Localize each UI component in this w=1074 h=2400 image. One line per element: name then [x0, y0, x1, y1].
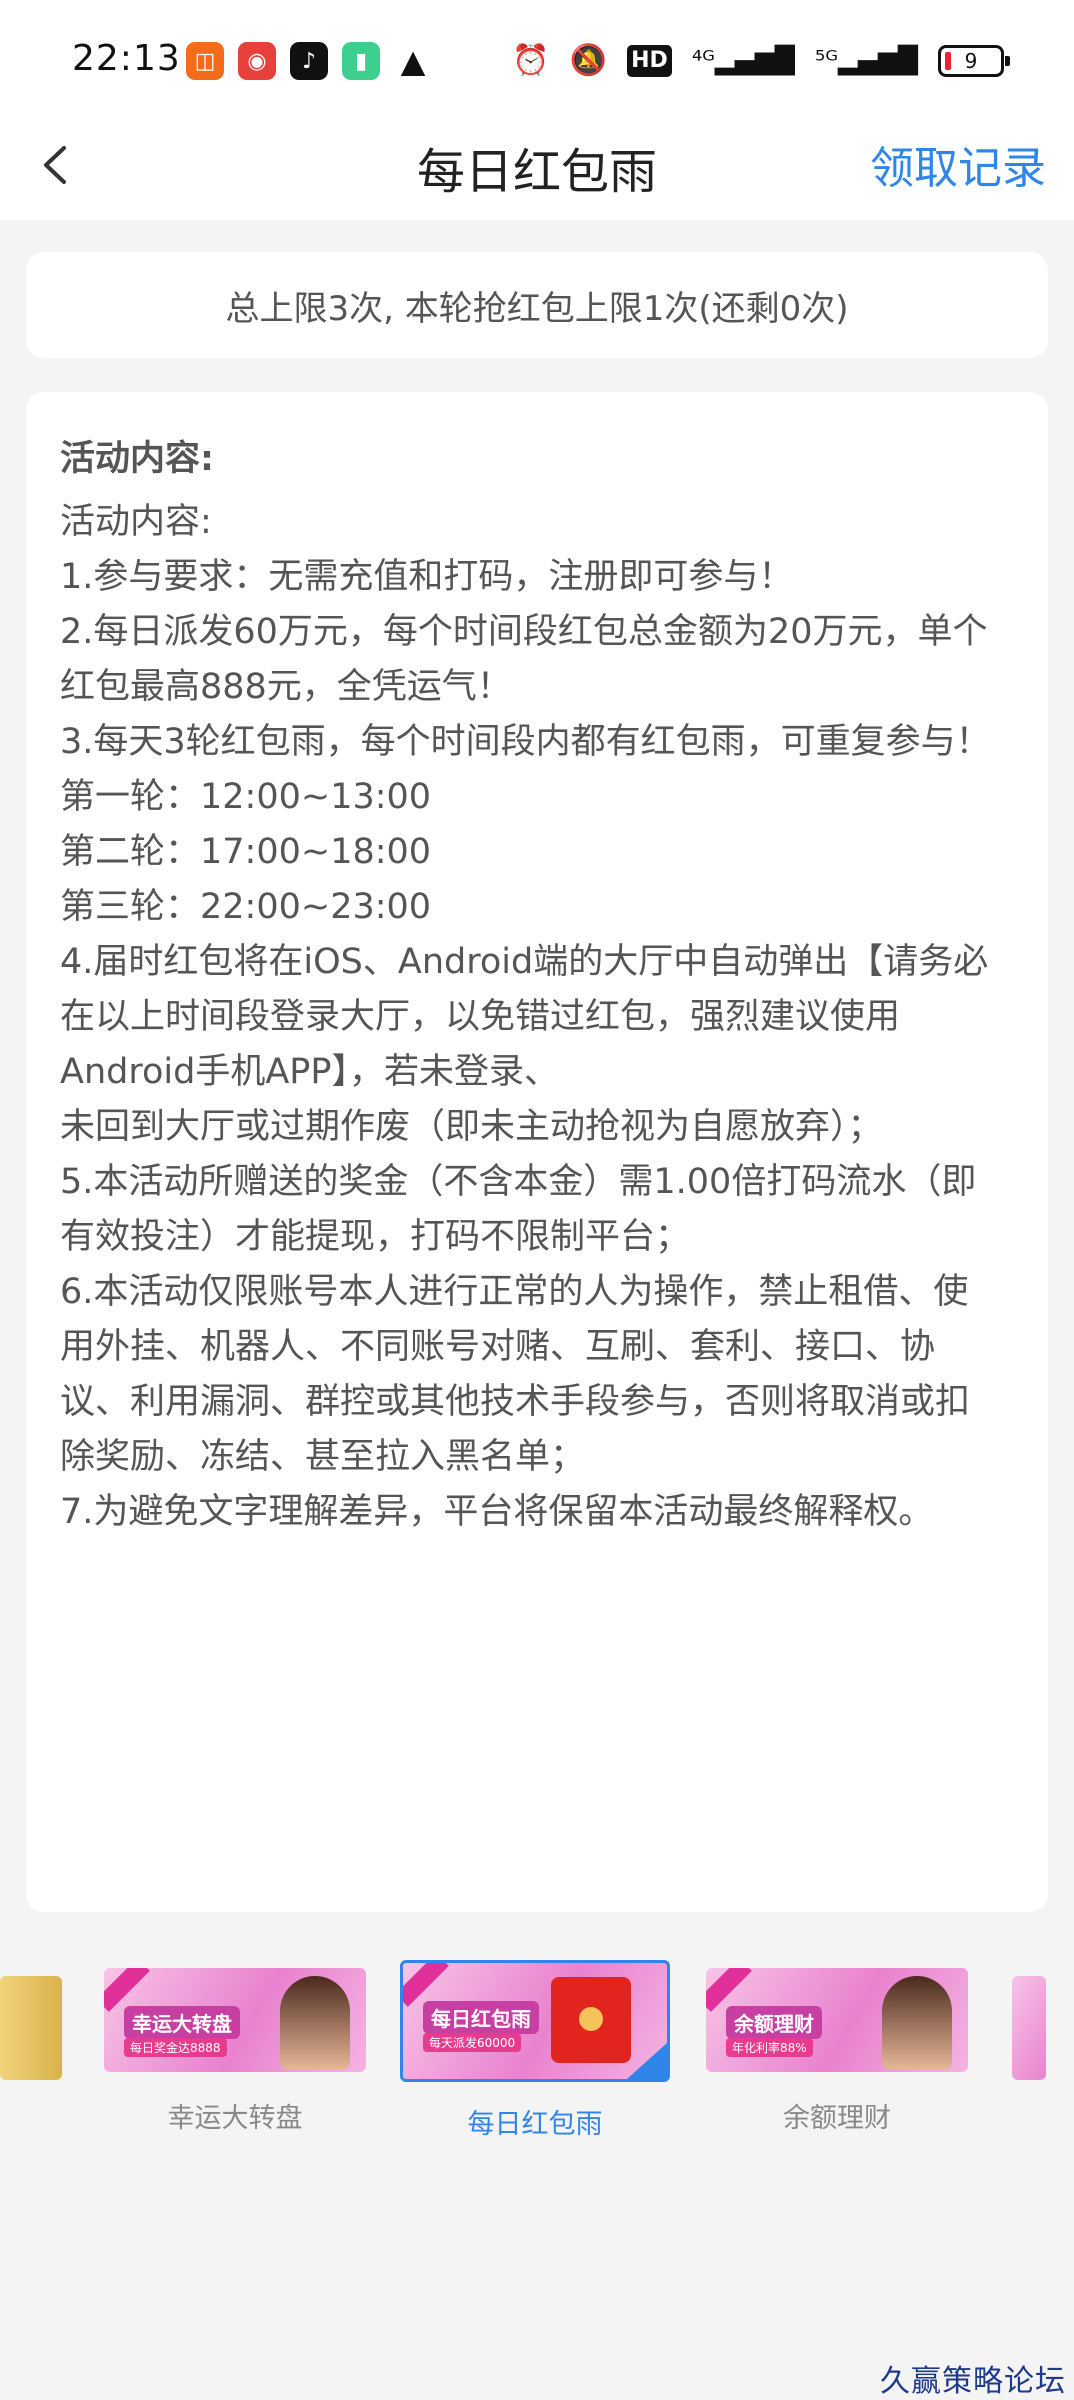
status-bar: 22:13 ◫ ◉ ♪ ▮ ▲ ⏰ 🔕 HD ⁴ᴳ▂▄▆█ ⁵ᴳ▂▄▆█ 9 [0, 0, 1074, 110]
nav-header: 每日红包雨 领取记录 [0, 110, 1074, 220]
content-line: 6.本活动仅限账号本人进行正常的人为操作，禁止租借、使 [60, 1272, 969, 1312]
system-icons: ⏰ 🔕 HD ⁴ᴳ▂▄▆█ ⁵ᴳ▂▄▆█ 9 [512, 42, 1010, 80]
hd-icon: HD [627, 45, 672, 77]
content-line: 第一轮：12:00~13:00 [60, 777, 432, 817]
content-line: 4.届时红包将在iOS、Android端的大厅中自动弹出【请务必 [60, 942, 989, 982]
signal-4g-icon: ⁴ᴳ▂▄▆█ [691, 46, 795, 76]
content-line: 2.每日派发60万元，每个时间段红包总金额为20万元，单个 [60, 612, 988, 652]
balance-finance-banner: 余额理财 年化利率88% [706, 1968, 968, 2072]
tab-lucky-wheel[interactable]: 幸运大转盘 每日奖金达8888 幸运大转盘 [100, 1968, 370, 2135]
tab-label: 余额理财 [783, 2103, 891, 2134]
forum-watermark: 久赢策略论坛 [880, 2364, 1066, 2399]
activity-tabs: 幸运大转盘 每日奖金达8888 幸运大转盘 每日红包雨 每天派发60000 每日… [0, 1960, 1074, 2160]
red-envelope-banner: 每日红包雨 每天派发60000 [400, 1960, 670, 2082]
tiktok-icon: ♪ [290, 42, 328, 80]
activity-content-card: 活动内容: 活动内容: 1.参与要求：无需充值和打码，注册即可参与！ 2.每日派… [26, 392, 1048, 1912]
banner-subtitle: 年化利率88% [726, 2038, 813, 2057]
content-line: 7.为避免文字理解差异，平台将保留本活动最终解释权。 [60, 1492, 934, 1532]
battery-icon: 9 [938, 45, 1010, 77]
selected-check-icon [627, 2043, 667, 2079]
banner-subtitle: 每天派发60000 [423, 2033, 522, 2052]
red-envelope-icon [551, 1977, 631, 2063]
app-notification-icon: ◉ [238, 42, 276, 80]
content-line: 3.每天3轮红包雨，每个时间段内都有红包雨，可重复参与！ [60, 722, 991, 762]
battery-app-icon: ▮ [342, 42, 380, 80]
tab-label: 每日红包雨 [467, 2109, 603, 2140]
content-line: 议、利用漏洞、群控或其他技术手段参与，否则将取消或扣 [60, 1382, 971, 1422]
lucky-wheel-banner: 幸运大转盘 每日奖金达8888 [104, 1968, 366, 2072]
notification-icons: ◫ ◉ ♪ ▮ ▲ [186, 42, 432, 80]
ribbon-decoration [403, 1963, 449, 2007]
content-line: 未回到大厅或过期作废（即未主动抢视为自愿放弃）； [60, 1107, 883, 1147]
content-line: 第二轮：17:00~18:00 [60, 832, 432, 872]
tab-partial-left[interactable] [0, 1976, 62, 2080]
tab-partial-right[interactable] [1012, 1976, 1046, 2080]
limit-card: 总上限3次, 本轮抢红包上限1次(还剩0次) [26, 252, 1048, 358]
app-notification-icon: ◫ [186, 42, 224, 80]
records-link[interactable]: 领取记录 [870, 132, 1046, 196]
content-line: 除奖励、冻结、甚至拉入黑名单； [60, 1437, 586, 1477]
content-heading: 活动内容: [60, 439, 214, 479]
banner-title: 每日红包雨 [423, 2001, 539, 2034]
content-line: 5.本活动所赠送的奖金（不含本金）需1.00倍打码流水（即 [60, 1162, 977, 1202]
content-line: 红包最高888元，全凭运气！ [60, 667, 512, 707]
banner-title: 幸运大转盘 [124, 2006, 240, 2039]
content-line: 有效投注）才能提现，打码不限制平台； [60, 1217, 691, 1257]
content-line: 活动内容: [60, 502, 212, 542]
banner-title: 余额理财 [726, 2006, 822, 2039]
status-time: 22:13 [72, 38, 181, 79]
tab-label: 幸运大转盘 [167, 2103, 303, 2134]
model-figure [280, 1976, 350, 2070]
alarm-icon: ⏰ [512, 43, 550, 78]
tab-red-envelope-rain[interactable]: 每日红包雨 每天派发60000 每日红包雨 [400, 1960, 670, 2141]
banner-subtitle: 每日奖金达8888 [124, 2038, 227, 2057]
tab-balance-finance[interactable]: 余额理财 年化利率88% 余额理财 [702, 1968, 972, 2135]
content-line: 第三轮：22:00~23:00 [60, 887, 432, 927]
content-line: 在以上时间段登录大厅，以免错过红包，强烈建议使用 [60, 997, 901, 1037]
warning-icon: ▲ [400, 42, 426, 80]
content-line: 1.参与要求：无需充值和打码，注册即可参与！ [60, 557, 794, 597]
signal-5g-icon: ⁵ᴳ▂▄▆█ [814, 46, 918, 76]
content-line: Android手机APP】，若未登录、 [60, 1052, 559, 1092]
content-line: 用外挂、机器人、不同账号对赌、互刷、套利、接口、协 [60, 1327, 936, 1367]
model-figure [882, 1976, 952, 2070]
limit-text: 总上限3次, 本轮抢红包上限1次(还剩0次) [225, 288, 849, 329]
mute-icon: 🔕 [569, 43, 608, 78]
